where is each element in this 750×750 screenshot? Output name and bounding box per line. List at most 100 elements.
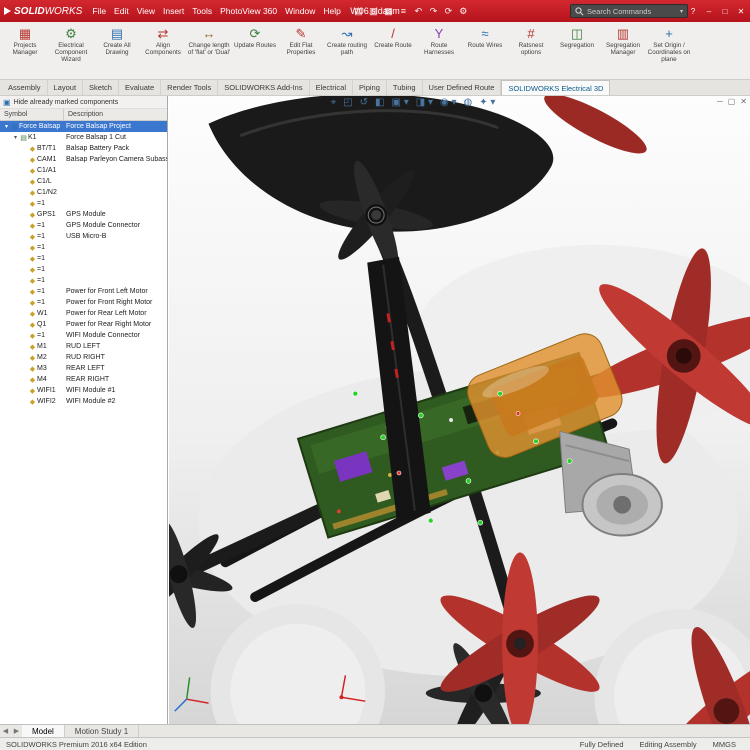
status-item[interactable]: Fully Defined [580, 740, 624, 749]
tree-row[interactable]: ◆ =1 [0, 198, 167, 209]
commandmanager-tab[interactable]: Evaluate [119, 80, 161, 95]
tree-row[interactable]: ◆ W1 Power for Rear Left Motor [0, 308, 167, 319]
options-icon[interactable]: ⚙ [458, 6, 469, 17]
component-icon: ◆ [28, 376, 37, 384]
ribbon-button[interactable]: ✎ Edit Flat Properties [278, 24, 324, 79]
tab-scroll-right-icon[interactable]: ▶ [11, 725, 22, 737]
tab-scroll-left-icon[interactable]: ◀ [0, 725, 11, 737]
ribbon-button[interactable]: ⇄ Align Components [140, 24, 186, 79]
ribbon-button[interactable]: Y Route Harnesses [416, 24, 462, 79]
tree-row[interactable]: ◆ =1 [0, 264, 167, 275]
chevron-down-icon[interactable]: ▾ [680, 8, 683, 15]
column-header-description[interactable]: Description [64, 111, 167, 118]
ribbon-button[interactable]: ≈ Route Wires [462, 24, 508, 79]
tree-row[interactable]: ◆ M1 RUD LEFT [0, 341, 167, 352]
graphics-area[interactable]: ⌖ ◰ ↺ ◧ ▣ ▾ ◨ ▾ ◉ ▾ ◍ ✦ ▾ ─ ▢ ✕ [169, 96, 750, 724]
tree-row[interactable]: ◆ =1 Power for Front Right Motor [0, 297, 167, 308]
search-input[interactable] [587, 7, 677, 16]
menu-item[interactable]: Window [281, 5, 319, 17]
ribbon-button[interactable]: ◫ Segregation [554, 24, 600, 79]
menu-item[interactable]: Help [319, 5, 344, 17]
commandmanager-tab[interactable]: SOLIDWORKS Electrical 3D [501, 80, 610, 95]
ribbon-button[interactable]: ▤ Create All Drawing [94, 24, 140, 79]
tree-row[interactable]: ◆ C1/L [0, 176, 167, 187]
tree-row[interactable]: ◆ C1/N2 [0, 187, 167, 198]
tree-row[interactable]: ◆ =1 [0, 253, 167, 264]
status-item[interactable]: Editing Assembly [640, 740, 697, 749]
menu-item[interactable]: Tools [188, 5, 216, 17]
tree-row[interactable]: ◆ CAM1 Balsap Parleyon Camera Subass [0, 154, 167, 165]
rebuild-icon[interactable]: ⟳ [443, 6, 454, 17]
tree-row[interactable]: ◆ C1/A1 [0, 165, 167, 176]
commandmanager-tab[interactable]: Render Tools [161, 80, 218, 95]
ribbon-button[interactable]: ⚙ Electrical Component Wizard [48, 24, 94, 79]
minimize-icon[interactable]: – [704, 7, 714, 16]
tree-row[interactable]: ◆ =1 WIFI Module Connector [0, 330, 167, 341]
ribbon-button[interactable]: / Create Route [370, 24, 416, 79]
document-tab[interactable]: Model [22, 725, 65, 737]
tree-row[interactable]: ◆ =1 USB Micro-B [0, 231, 167, 242]
window-minimize-icon[interactable]: ─ [717, 97, 723, 106]
tree-row[interactable]: ◆ GPS1 GPS Module [0, 209, 167, 220]
commandmanager-tab[interactable]: Piping [353, 80, 387, 95]
ribbon-button[interactable]: ▥ Segregation Manager [600, 24, 646, 79]
tree-row[interactable]: ◆ BT/T1 Balsap Battery Pack [0, 143, 167, 154]
close-icon[interactable]: ✕ [736, 7, 746, 16]
front-propeller-tip[interactable] [538, 96, 653, 163]
silver-motor[interactable] [583, 474, 662, 536]
hide-show-items-icon[interactable]: ◉ ▾ [440, 97, 457, 108]
status-item[interactable]: MMGS [713, 740, 736, 749]
previous-view-icon[interactable]: ↺ [360, 97, 368, 108]
tree-row[interactable]: ◆ =1 Power for Front Left Motor [0, 286, 167, 297]
tree-row[interactable]: ▾ ▦ Force Balsap Force Balsap Project [0, 121, 167, 132]
ribbon-button[interactable]: ⟳ Update Routes [232, 24, 278, 79]
expand-icon[interactable]: ▾ [3, 123, 10, 130]
menu-item[interactable]: Insert [159, 5, 188, 17]
ribbon-button[interactable]: # Ratsnest options [508, 24, 554, 79]
menu-item[interactable]: Edit [110, 5, 133, 17]
commandmanager-tab[interactable]: User Defined Route [423, 80, 502, 95]
document-tab[interactable]: Motion Study 1 [65, 725, 139, 737]
drone-model[interactable] [169, 96, 750, 724]
view-orientation-icon[interactable]: ▣ ▾ [392, 97, 409, 108]
menu-item[interactable]: View [133, 5, 159, 17]
undo-icon[interactable]: ↶ [413, 6, 424, 17]
maximize-icon[interactable]: □ [720, 7, 730, 16]
commandmanager-tab[interactable]: SOLIDWORKS Add-Ins [218, 80, 309, 95]
zoom-fit-icon[interactable]: ⌖ [331, 97, 337, 108]
expand-icon[interactable]: ▾ [12, 134, 19, 141]
tree-row[interactable]: ◆ =1 [0, 242, 167, 253]
ribbon-button[interactable]: ▦ Projects Manager [2, 24, 48, 79]
ribbon-button[interactable]: ↔ Change length of 'flat' or 'Dual' [186, 24, 232, 79]
tree-row[interactable]: ◆ Q1 Power for Rear Right Motor [0, 319, 167, 330]
tree-row[interactable]: ◆ WIFI2 WIFI Module #2 [0, 396, 167, 407]
tree-row[interactable]: ◆ M4 REAR RIGHT [0, 374, 167, 385]
commandmanager-tab[interactable]: Layout [48, 80, 84, 95]
column-header-symbol[interactable]: Symbol [0, 109, 64, 120]
window-close-icon[interactable]: ✕ [740, 97, 747, 106]
section-view-icon[interactable]: ◧ [375, 97, 384, 108]
display-style-icon[interactable]: ◨ ▾ [416, 97, 433, 108]
tree-row[interactable]: ▾ ▤ K1 Force Balsap 1 Cut [0, 132, 167, 143]
ribbon-button[interactable]: + Set Origin / Coordinates on plane [646, 24, 692, 79]
edit-appearance-icon[interactable]: ◍ [464, 97, 473, 108]
commandmanager-tab[interactable]: Tubing [387, 80, 423, 95]
tree-row[interactable]: ◆ WIFI1 WIFI Module #1 [0, 385, 167, 396]
zoom-area-icon[interactable]: ◰ [343, 97, 352, 108]
tree-row[interactable]: ◆ M2 RUD RIGHT [0, 352, 167, 363]
window-restore-icon[interactable]: ▢ [728, 97, 736, 106]
menu-item[interactable]: PhotoView 360 [216, 5, 281, 17]
redo-icon[interactable]: ↷ [428, 6, 439, 17]
help-icon[interactable]: ? [688, 7, 698, 16]
hide-marked-filter[interactable]: ▣ Hide already marked components [0, 96, 167, 109]
view-settings-icon[interactable]: ✦ ▾ [479, 97, 495, 108]
tree-row[interactable]: ◆ M3 REAR LEFT [0, 363, 167, 374]
commandmanager-tab[interactable]: Sketch [83, 80, 119, 95]
ribbon-button[interactable]: ↝ Create routing path [324, 24, 370, 79]
tree-row[interactable]: ◆ =1 [0, 275, 167, 286]
menu-item[interactable]: File [88, 5, 110, 17]
commandmanager-tab[interactable]: Assembly [2, 80, 48, 95]
tree-row[interactable]: ◆ =1 GPS Module Connector [0, 220, 167, 231]
front-arm[interactable] [208, 96, 652, 232]
commandmanager-tab[interactable]: Electrical [310, 80, 353, 95]
